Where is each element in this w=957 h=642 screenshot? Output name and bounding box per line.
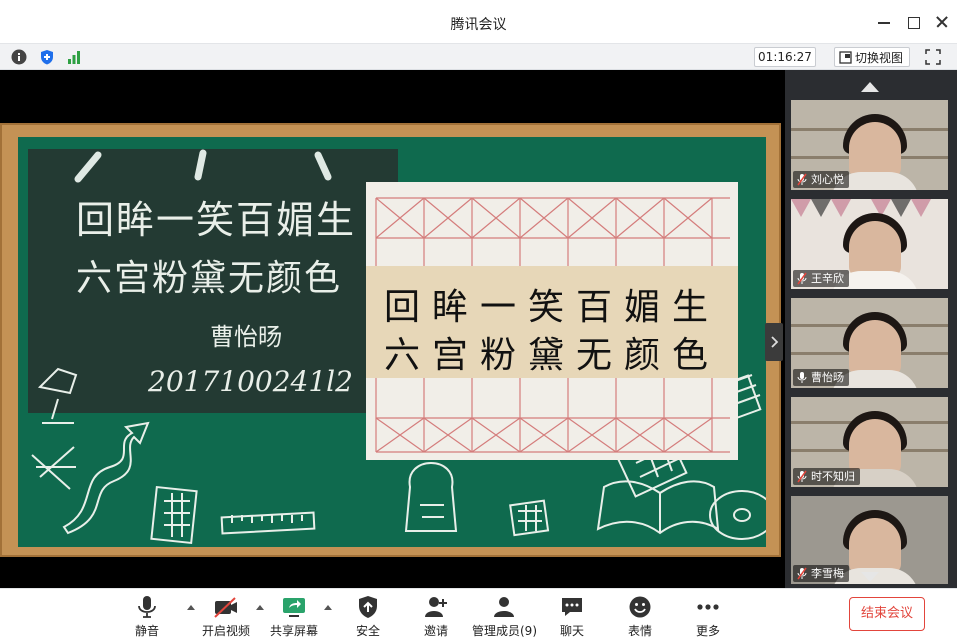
meeting-timer: 01:16:27 <box>754 47 816 67</box>
written-strip: 回眸一笑百媚生 六宫粉黛无颜色 <box>366 266 738 378</box>
switch-view-icon <box>839 51 852 64</box>
participant-name: 刘心悦 <box>811 173 844 186</box>
participant-tile[interactable]: 时不知归 <box>791 397 948 487</box>
chevron-right-icon <box>771 336 779 348</box>
video-options-caret-icon[interactable] <box>256 605 264 610</box>
chat-bubble-icon <box>562 598 582 616</box>
calligraphy-line-1: 回眸一笑百媚生 <box>383 287 720 328</box>
expand-sidebar-button[interactable] <box>765 323 783 361</box>
participant-nameplate: 刘心悦 <box>793 171 849 188</box>
signal-strength-icon[interactable] <box>66 49 82 65</box>
share-options-caret-icon[interactable] <box>324 605 332 610</box>
calligraphy-line-2: 六宫粉黛无颜色 <box>383 335 720 376</box>
chalkboard-frame: 回眸一笑百媚生 六宫粉黛无颜色 曹怡旸 2017100241l2 回眸一笑百媚生… <box>0 123 781 557</box>
window-title: 腾讯会议 <box>450 17 507 33</box>
fullscreen-icon[interactable] <box>925 49 941 65</box>
reactions-label: 表情 <box>627 624 652 638</box>
participant-name: 王辛欣 <box>811 272 844 285</box>
switch-view-button[interactable]: 切换视图 <box>834 47 910 67</box>
mute-button[interactable]: 静音 <box>130 595 164 639</box>
meeting-info-bar: 01:16:27 切换视图 <box>0 44 957 70</box>
meeting-window: 腾讯会议 01:16:27 切换视图 回眸一笑百媚生 六宫粉黛无颜色 曹怡旸 2… <box>0 0 957 642</box>
participant-face <box>849 518 901 574</box>
participant-tile[interactable]: 曹怡旸 <box>791 298 948 388</box>
chat-label: 聊天 <box>559 624 584 638</box>
manage-members-label: 管理成员(9) <box>472 624 537 638</box>
participant-nameplate: 时不知归 <box>793 468 860 485</box>
share-screen-icon <box>283 598 305 617</box>
participant-tile[interactable]: 李雪梅 <box>791 496 948 584</box>
start-video-button[interactable]: 开启视频 <box>200 595 252 639</box>
title-bar: 腾讯会议 <box>0 0 957 44</box>
video-off-icon <box>214 597 237 618</box>
mic-muted-icon <box>797 272 807 285</box>
main-video-area: 回眸一笑百媚生 六宫粉黛无颜色 曹怡旸 2017100241l2 回眸一笑百媚生… <box>0 70 785 588</box>
info-icon[interactable] <box>11 49 27 65</box>
participant-nameplate: 曹怡旸 <box>793 369 849 386</box>
participant-name: 曹怡旸 <box>811 371 844 384</box>
participant-name: 时不知归 <box>811 470 855 483</box>
chalkboard: 回眸一笑百媚生 六宫粉黛无颜色 曹怡旸 2017100241l2 回眸一笑百媚生… <box>18 137 766 547</box>
switch-view-label: 切换视图 <box>855 51 904 65</box>
participant-face <box>849 122 901 178</box>
mic-muted-icon <box>797 567 807 580</box>
start-video-label: 开启视频 <box>201 624 250 638</box>
security-button[interactable]: 安全 <box>350 595 386 639</box>
participant-face <box>849 320 901 376</box>
participant-nameplate: 王辛欣 <box>793 270 849 287</box>
calligraphy-paper: 回眸一笑百媚生 六宫粉黛无颜色 <box>366 182 738 460</box>
maximize-icon[interactable] <box>905 14 921 30</box>
members-icon <box>494 597 514 617</box>
reactions-button[interactable]: 表情 <box>622 595 658 639</box>
add-person-icon <box>425 597 447 617</box>
close-icon[interactable] <box>934 14 950 30</box>
more-label: 更多 <box>695 624 720 638</box>
participant-face <box>849 221 901 277</box>
shield-icon <box>359 596 377 618</box>
microphone-icon <box>138 596 156 618</box>
share-screen-label: 共享屏幕 <box>269 624 318 638</box>
participant-name: 李雪梅 <box>811 567 844 580</box>
more-dots-icon <box>697 604 719 610</box>
participant-nameplate: 李雪梅 <box>793 565 849 582</box>
chat-button[interactable]: 聊天 <box>554 595 590 639</box>
more-button[interactable]: 更多 <box>690 595 726 639</box>
participant-face <box>849 419 901 475</box>
participant-tile[interactable]: 王辛欣 <box>791 199 948 289</box>
bottom-toolbar: 静音 开启视频 共享屏幕 安全 邀请 管理成员(9) 聊天 表情 更多 结束会议 <box>0 588 957 642</box>
mic-muted-icon <box>797 173 807 186</box>
scroll-up-arrow-icon[interactable] <box>861 82 879 92</box>
invite-label: 邀请 <box>423 624 448 638</box>
security-label: 安全 <box>355 624 380 638</box>
mic-icon <box>797 372 807 383</box>
end-meeting-button[interactable]: 结束会议 <box>849 597 925 631</box>
invite-button[interactable]: 邀请 <box>418 595 454 639</box>
share-screen-button[interactable]: 共享屏幕 <box>268 595 320 639</box>
mic-muted-icon <box>797 470 807 483</box>
security-shield-icon[interactable] <box>39 49 55 65</box>
manage-members-button[interactable]: 管理成员(9) <box>472 595 537 639</box>
minimize-icon[interactable] <box>876 14 892 30</box>
participant-sidebar: 刘心悦 王辛欣 曹怡旸 时不知归 李雪梅 <box>785 70 957 588</box>
audio-options-caret-icon[interactable] <box>187 605 195 610</box>
smiley-icon <box>629 596 651 618</box>
scroll-down-arrow-icon[interactable] <box>861 572 879 582</box>
participant-tile[interactable]: 刘心悦 <box>791 100 948 190</box>
mute-label: 静音 <box>134 624 159 638</box>
